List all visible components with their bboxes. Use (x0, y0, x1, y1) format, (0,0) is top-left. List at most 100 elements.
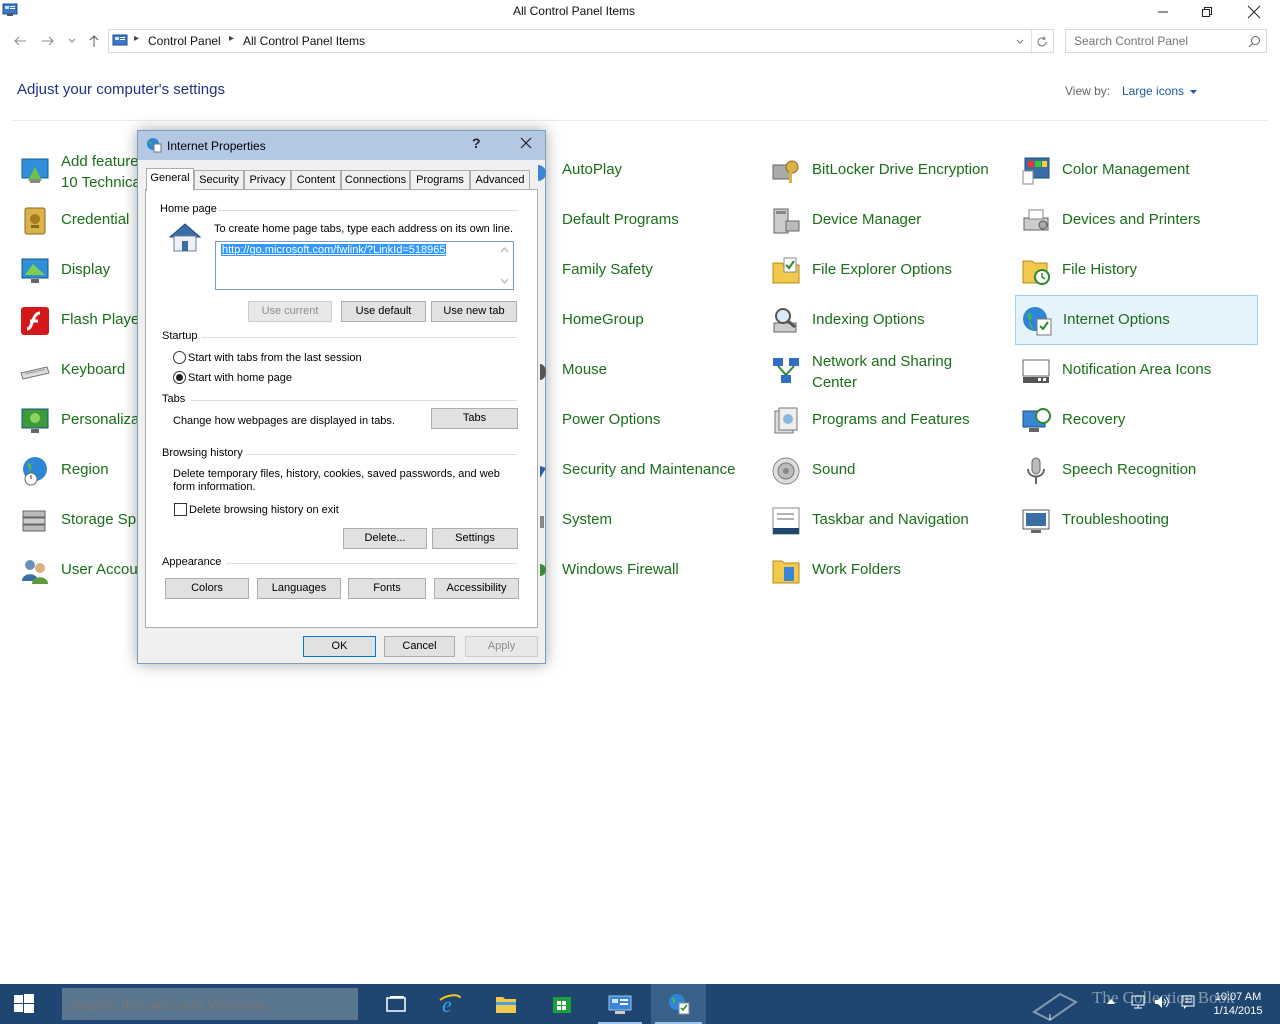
restore-button[interactable] (1184, 0, 1230, 24)
item-internet-options[interactable]: Internet Options (1015, 295, 1258, 345)
breadcrumb-control-panel[interactable]: Control Panel (148, 34, 221, 48)
item-indexing-options[interactable]: Indexing Options (765, 296, 1009, 344)
accessibility-button[interactable]: Accessibility (434, 578, 519, 599)
search-input[interactable] (1074, 33, 1244, 49)
taskbar-clock[interactable]: 10:07 AM 1/14/2015 (1208, 990, 1268, 1018)
file-explorer-taskbar-button[interactable] (480, 984, 532, 1024)
item-programs-features[interactable]: Programs and Features (765, 396, 1009, 444)
taskbar-search-box[interactable] (62, 988, 358, 1020)
item-speech-recognition[interactable]: Speech Recognition (1015, 446, 1259, 494)
close-window-button[interactable] (1231, 0, 1277, 24)
internet-properties-taskbar-button[interactable] (651, 984, 706, 1024)
recent-locations-button[interactable] (62, 31, 82, 51)
item-file-explorer-options[interactable]: File Explorer Options (765, 246, 1009, 294)
breadcrumb-separator-icon[interactable]: ▸ (134, 33, 139, 44)
tab-advanced[interactable]: Advanced (470, 170, 530, 190)
languages-button[interactable]: Languages (257, 578, 341, 599)
tab-connections[interactable]: Connections (341, 170, 410, 190)
show-hidden-icons-button[interactable] (1106, 994, 1116, 1009)
item-sound[interactable]: Sound (765, 446, 1009, 494)
item-default-programs[interactable]: Default Programs (515, 196, 759, 244)
item-mouse[interactable]: Mouse (515, 346, 759, 394)
item-power-options[interactable]: Power Options (515, 396, 759, 444)
taskbar-search-input[interactable] (70, 996, 340, 1014)
view-by-dropdown[interactable]: Large icons (1122, 84, 1198, 98)
search-box[interactable] (1065, 29, 1267, 53)
item-color-management[interactable]: Color Management (1015, 146, 1259, 194)
item-notification-area-icons[interactable]: Notification Area Icons (1015, 346, 1259, 394)
task-view-button[interactable] (370, 984, 422, 1024)
delete-history-on-exit-label[interactable]: Delete browsing history on exit (189, 504, 339, 517)
item-device-manager[interactable]: Device Manager (765, 196, 1009, 244)
refresh-icon[interactable] (1035, 35, 1049, 49)
item-devices-printers[interactable]: Devices and Printers (1015, 196, 1259, 244)
color-management-icon (1022, 157, 1050, 185)
forward-button[interactable] (38, 31, 58, 51)
tab-general[interactable]: General (146, 168, 194, 191)
home-page-url-textarea[interactable]: http://go.microsoft.com/fwlink/?LinkId=5… (215, 241, 514, 290)
fonts-button[interactable]: Fonts (348, 578, 426, 599)
dialog-close-button[interactable] (514, 134, 538, 154)
view-by-value[interactable]: Large icons (1122, 84, 1184, 98)
start-button[interactable] (0, 984, 48, 1024)
speaker-icon (772, 457, 800, 485)
startup-home-page-label[interactable]: Start with home page (188, 372, 292, 385)
item-security-maintenance[interactable]: Security and Maintenance (515, 446, 759, 494)
scrollbar-arrows-icon (500, 247, 509, 284)
item-windows-firewall[interactable]: Windows Firewall (515, 546, 759, 594)
item-autoplay[interactable]: AutoPlay (515, 146, 759, 194)
dialog-titlebar[interactable]: Internet Properties ? (138, 131, 545, 160)
tab-security[interactable]: Security (194, 170, 244, 190)
item-recovery[interactable]: Recovery (1015, 396, 1259, 444)
cancel-button[interactable]: Cancel (384, 636, 455, 657)
store-taskbar-button[interactable] (536, 984, 588, 1024)
apply-button[interactable]: Apply (465, 636, 538, 657)
delete-history-button[interactable]: Delete... (343, 528, 427, 549)
startup-last-session-label[interactable]: Start with tabs from the last session (188, 352, 362, 365)
search-icon[interactable] (1248, 35, 1261, 48)
chevron-down-icon[interactable] (1015, 37, 1025, 47)
action-center-button[interactable] (1180, 994, 1196, 1013)
volume-tray-button[interactable] (1153, 994, 1171, 1013)
item-label: Devices and Printers (1062, 211, 1201, 228)
use-new-tab-button[interactable]: Use new tab (431, 301, 517, 322)
use-current-button[interactable]: Use current (248, 301, 332, 322)
network-tray-button[interactable] (1130, 994, 1146, 1013)
item-network-sharing[interactable]: Network and Sharing Center (765, 346, 1009, 394)
back-button[interactable] (10, 31, 30, 51)
address-bar[interactable]: ▸ Control Panel ▸ All Control Panel Item… (108, 29, 1054, 53)
item-troubleshooting[interactable]: Troubleshooting (1015, 496, 1259, 544)
url-scrollbar[interactable] (496, 242, 513, 289)
breadcrumb-all-items[interactable]: All Control Panel Items (243, 34, 365, 48)
tab-programs[interactable]: Programs (410, 170, 470, 190)
use-default-button[interactable]: Use default (341, 301, 426, 322)
item-bitlocker[interactable]: BitLocker Drive Encryption (765, 146, 1009, 194)
item-homegroup[interactable]: HomeGroup (515, 296, 759, 344)
startup-last-session-radio[interactable] (173, 351, 186, 364)
control-panel-taskbar-button[interactable] (594, 984, 646, 1024)
delete-history-on-exit-checkbox[interactable] (174, 503, 187, 516)
history-settings-button[interactable]: Settings (432, 528, 518, 549)
restore-icon (1202, 7, 1212, 17)
item-file-history[interactable]: File History (1015, 246, 1259, 294)
view-by-label: View by: (1065, 84, 1111, 98)
internet-explorer-icon: e (439, 992, 461, 1016)
colors-button[interactable]: Colors (165, 578, 249, 599)
item-label: Display (61, 261, 111, 278)
startup-home-page-radio[interactable] (173, 371, 186, 384)
internet-explorer-taskbar-button[interactable]: e (424, 984, 476, 1024)
item-family-safety[interactable]: Family Safety (515, 246, 759, 294)
up-button[interactable] (84, 31, 104, 51)
tabs-settings-button[interactable]: Tabs (431, 408, 518, 429)
item-taskbar-navigation[interactable]: Taskbar and Navigation (765, 496, 1009, 544)
breadcrumb-separator-icon[interactable]: ▸ (229, 33, 234, 44)
item-work-folders[interactable]: Work Folders (765, 546, 1009, 594)
item-system[interactable]: System (515, 496, 759, 544)
network-icon (773, 358, 799, 383)
home-page-url[interactable]: http://go.microsoft.com/fwlink/?LinkId=5… (221, 244, 447, 256)
tab-privacy[interactable]: Privacy (244, 170, 291, 190)
ok-button[interactable]: OK (303, 636, 376, 657)
help-button[interactable]: ? (472, 135, 481, 151)
tab-content[interactable]: Content (291, 170, 341, 190)
minimize-button[interactable] (1140, 0, 1186, 24)
